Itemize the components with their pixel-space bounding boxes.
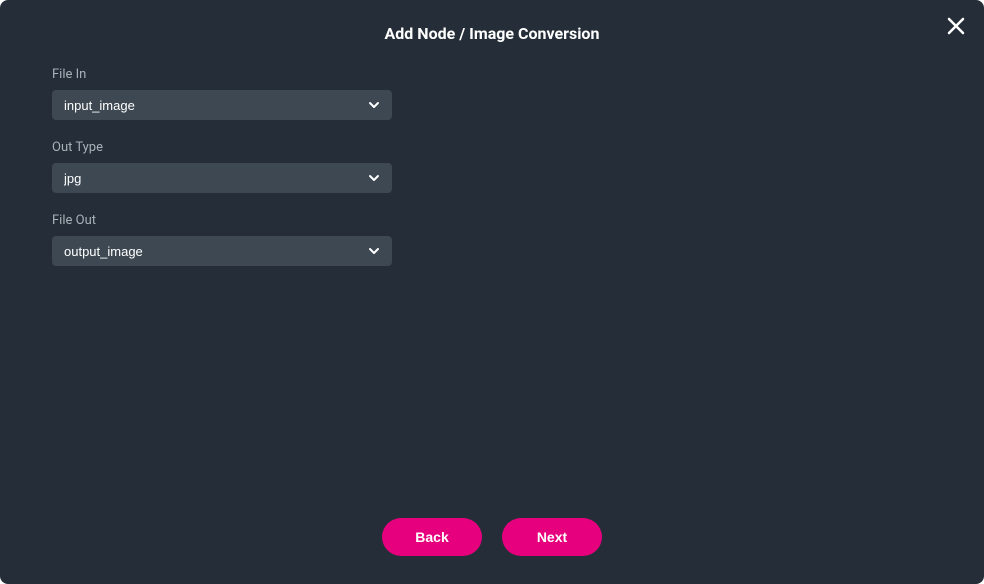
file-out-select-wrapper: output_image xyxy=(52,236,392,266)
file-out-select[interactable]: output_image xyxy=(52,236,392,266)
back-button[interactable]: Back xyxy=(382,518,482,556)
out-type-select[interactable]: jpg xyxy=(52,163,392,193)
field-file-in: File In input_image xyxy=(52,67,984,120)
close-icon xyxy=(947,17,965,39)
out-type-label: Out Type xyxy=(52,140,984,155)
dialog-footer: Back Next xyxy=(0,518,984,556)
file-in-select-wrapper: input_image xyxy=(52,90,392,120)
close-button[interactable] xyxy=(946,18,966,38)
dialog-title: Add Node / Image Conversion xyxy=(0,0,984,67)
add-node-dialog: Add Node / Image Conversion File In inpu… xyxy=(0,0,984,584)
field-file-out: File Out output_image xyxy=(52,213,984,266)
file-in-select[interactable]: input_image xyxy=(52,90,392,120)
file-out-label: File Out xyxy=(52,213,984,228)
file-in-label: File In xyxy=(52,67,984,82)
field-out-type: Out Type jpg xyxy=(52,140,984,193)
next-button[interactable]: Next xyxy=(502,518,602,556)
form-area: File In input_image Out Type jpg xyxy=(0,67,984,266)
out-type-select-wrapper: jpg xyxy=(52,163,392,193)
